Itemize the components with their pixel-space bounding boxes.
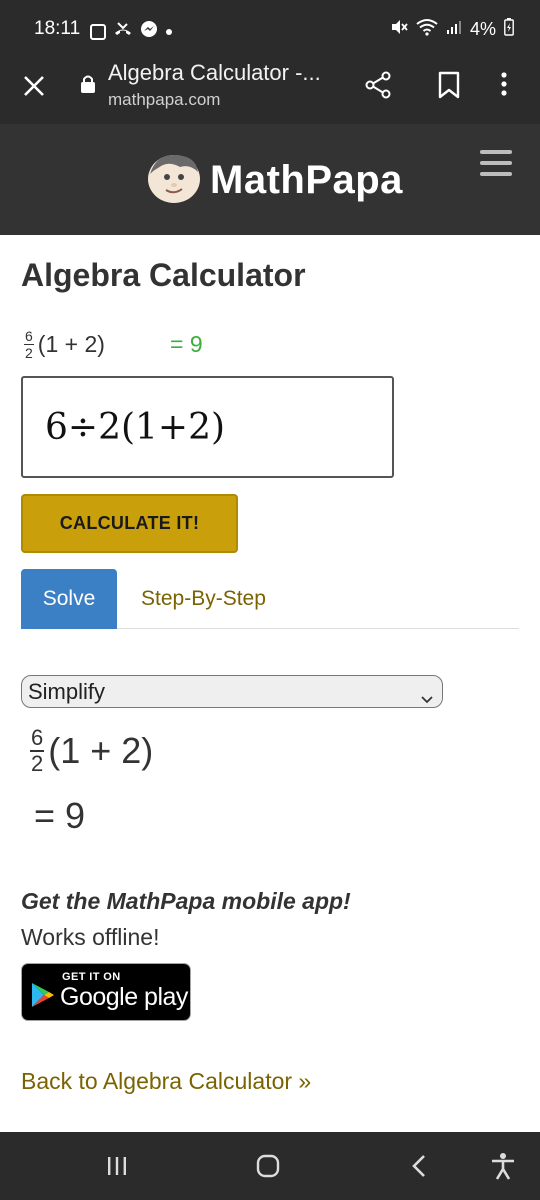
system-icons: 4% xyxy=(390,18,514,41)
result-frac-denominator: 2 xyxy=(31,751,44,776)
preview-fraction: 6 2 xyxy=(24,329,34,360)
expression-input[interactable] xyxy=(21,376,394,478)
preview-frac-denominator: 2 xyxy=(25,345,33,361)
wifi-icon xyxy=(416,18,438,41)
status-time: 18:11 xyxy=(34,18,81,39)
home-icon[interactable] xyxy=(256,1154,280,1183)
result-fraction: 6 2 xyxy=(30,725,45,776)
status-bar: 18:11 4% xyxy=(0,0,540,58)
battery-icon xyxy=(504,18,514,41)
result-expression-rest: (1 + 2) xyxy=(48,730,154,771)
accessibility-icon[interactable] xyxy=(490,1152,516,1185)
result-expression: 6 2 (1 + 2) xyxy=(30,727,153,775)
tab-step-by-step[interactable]: Step-By-Step xyxy=(141,569,266,629)
mute-icon xyxy=(390,18,408,41)
result-answer: = 9 xyxy=(34,795,86,836)
gallery-icon xyxy=(90,23,106,40)
main-content: Algebra Calculator 6 2 (1 + 2) = 9 CALCU… xyxy=(0,235,540,1132)
android-nav-bar xyxy=(0,1132,540,1200)
more-options-icon[interactable] xyxy=(498,70,510,105)
preview-expression-rest: (1 + 2) xyxy=(37,331,105,357)
missed-call-icon xyxy=(114,21,132,42)
calculate-button[interactable]: CALCULATE IT! xyxy=(21,494,238,553)
google-play-badge-big-text: Google play xyxy=(60,983,188,1011)
browser-page-title[interactable]: Algebra Calculator -... xyxy=(108,60,321,86)
preview-frac-numerator: 6 xyxy=(24,328,34,345)
mathpapa-face-icon xyxy=(146,152,202,209)
operation-select-value: Simplify xyxy=(28,678,106,704)
browser-url[interactable]: mathpapa.com xyxy=(108,90,220,110)
share-icon[interactable] xyxy=(364,70,394,105)
battery-percent: 4% xyxy=(469,19,496,39)
result-tabs: Solve Step-By-Step xyxy=(21,569,519,629)
operation-select[interactable]: Simplify xyxy=(21,675,443,708)
google-play-badge-small-text: GET IT ON xyxy=(62,971,121,983)
lock-icon[interactable] xyxy=(80,74,96,99)
preview-result: = 9 xyxy=(170,331,203,357)
site-logo-text: MathPapa xyxy=(210,158,403,202)
tab-solve[interactable]: Solve xyxy=(21,569,117,629)
site-logo[interactable]: MathPapa xyxy=(146,152,403,209)
recent-apps-icon[interactable] xyxy=(106,1156,128,1181)
bookmark-icon[interactable] xyxy=(436,70,462,105)
page-title: Algebra Calculator xyxy=(21,257,306,293)
notification-icons xyxy=(90,20,172,43)
google-play-badge[interactable]: GET IT ON Google play xyxy=(21,963,191,1021)
google-play-icon xyxy=(30,981,56,1014)
site-header: MathPapa xyxy=(0,124,540,235)
hamburger-menu-icon[interactable] xyxy=(480,150,512,178)
app-promo-subtext: Works offline! xyxy=(21,924,160,950)
app-promo-heading: Get the MathPapa mobile app! xyxy=(21,888,351,914)
back-to-calculator-link[interactable]: Back to Algebra Calculator » xyxy=(21,1068,311,1095)
messenger-icon xyxy=(140,20,158,43)
result-frac-numerator: 6 xyxy=(30,725,45,752)
chevron-down-icon xyxy=(420,685,434,711)
expression-preview: 6 2 (1 + 2) xyxy=(24,329,105,360)
close-tab-icon[interactable] xyxy=(20,72,48,100)
signal-icon xyxy=(446,19,462,40)
back-icon[interactable] xyxy=(410,1154,428,1183)
more-notifications-icon xyxy=(166,28,172,35)
browser-toolbar: Algebra Calculator -... mathpapa.com xyxy=(0,58,540,124)
